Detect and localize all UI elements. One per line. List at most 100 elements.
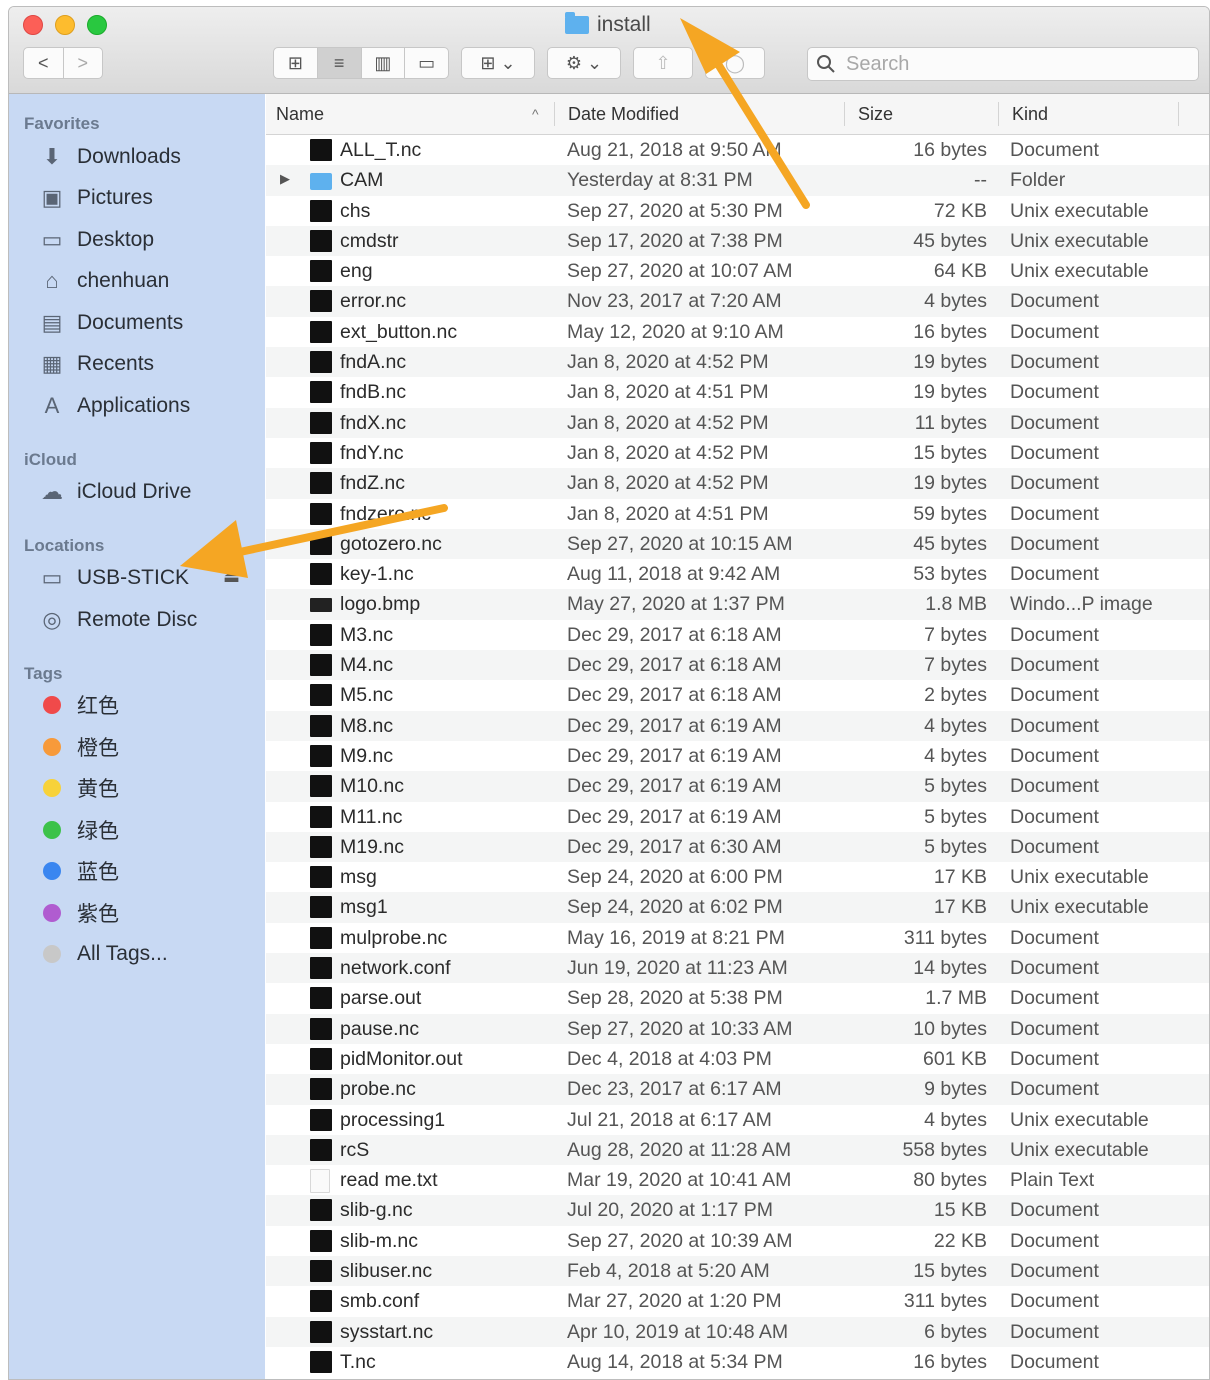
file-row[interactable]: fndzero.nc Jan 8, 2020 at 4:51 PM 59 bytes… [266, 499, 1209, 529]
sidebar-item-downloads[interactable]: ⬇ Downloads [37, 140, 181, 174]
zoom-window-button[interactable] [87, 15, 107, 35]
sidebar-item-pictures[interactable]: ▣ Pictures [37, 181, 153, 215]
file-row[interactable]: fndY.nc Jan 8, 2020 at 4:52 PM 15 bytes Doc… [266, 438, 1209, 468]
file-row[interactable]: pidMonitor.out Dec 4, 2018 at 4:03 PM 601 … [266, 1044, 1209, 1074]
column-header-kind[interactable]: Kind [1012, 94, 1048, 134]
column-view-button[interactable]: ▥ [362, 48, 406, 78]
file-icon [310, 320, 332, 343]
file-kind: Unix executable [1010, 229, 1149, 252]
file-row[interactable]: M10.nc Dec 29, 2017 at 6:19 AM 5 bytes Docu… [266, 771, 1209, 802]
file-row[interactable]: error.nc Nov 23, 2017 at 7:20 AM 4 bytes Do… [266, 286, 1209, 317]
icon-view-button[interactable]: ⊞ [274, 48, 318, 78]
file-kind: Unix executable [1010, 199, 1149, 222]
file-date-modified: Sep 27, 2020 at 10:15 AM [567, 532, 793, 555]
sidebar-item-remote-disc[interactable]: ◎ Remote Disc [37, 603, 197, 637]
sidebar-item-recents[interactable]: ▦ Recents [37, 347, 154, 381]
file-name: msg [340, 866, 377, 889]
sidebar-item-tag-red[interactable]: 红色 [37, 688, 119, 722]
column-divider[interactable] [844, 102, 845, 126]
file-kind: Document [1010, 320, 1099, 343]
file-row[interactable]: network.conf Jun 19, 2020 at 11:23 AM 14 b… [266, 953, 1209, 984]
file-row[interactable]: fndB.nc Jan 8, 2020 at 4:51 PM 19 bytes Doc… [266, 377, 1209, 407]
file-size: 311 bytes [903, 1290, 987, 1313]
file-row[interactable]: pause.nc Sep 27, 2020 at 10:33 AM 10 bytes… [266, 1013, 1209, 1044]
sidebar-item-applications[interactable]: A Applications [37, 389, 191, 423]
file-row[interactable]: M19.nc Dec 29, 2017 at 6:30 AM 5 bytes Docu… [266, 831, 1209, 863]
sidebar-item-documents[interactable]: ▤ Documents [37, 306, 184, 340]
file-name: slibuser.nc [340, 1259, 433, 1282]
column-divider[interactable] [1178, 102, 1179, 126]
search-field[interactable] [807, 47, 1199, 81]
file-row[interactable]: ▶ CAM Yesterday at 8:31 PM -- Folder [266, 165, 1209, 196]
sidebar-item-tag-blue[interactable]: 蓝色 [37, 854, 119, 888]
file-row[interactable]: ALL_T.nc Aug 21, 2018 at 9:50 AM 16 bytes D… [266, 135, 1209, 165]
column-divider[interactable] [554, 102, 555, 126]
file-row[interactable]: probe.nc Dec 23, 2017 at 6:17 AM 9 bytes Do… [266, 1074, 1209, 1105]
file-row[interactable]: M3.nc Dec 29, 2017 at 6:18 AM 7 bytes Docum… [266, 620, 1209, 650]
sidebar-item-home[interactable]: ⌂ chenhuan [37, 264, 169, 298]
minimize-window-button[interactable] [55, 15, 75, 35]
file-row[interactable]: fndA.nc Jan 8, 2020 at 4:52 PM 19 bytes Doc… [266, 347, 1209, 378]
finder-window: install < > ⊞ ≡ ▥ ▭ ⊞ ⌄ ⚙ ⌄ ⇧ ◯ Favorite… [8, 6, 1210, 1380]
sidebar-item-usb-stick[interactable]: ▭ USB-STICK [37, 561, 189, 595]
file-row[interactable]: M4.nc Dec 29, 2017 at 6:18 AM 7 bytes Docum… [266, 650, 1209, 681]
file-row[interactable]: parse.out Sep 28, 2020 at 5:38 PM 1.7 MB Do… [266, 983, 1209, 1013]
column-divider[interactable] [998, 102, 999, 126]
file-size: 1.7 MB [925, 987, 987, 1010]
file-row[interactable]: slibuser.nc Feb 4, 2018 at 5:20 AM 15 byte… [266, 1255, 1209, 1287]
title-bar: install < > ⊞ ≡ ▥ ▭ ⊞ ⌄ ⚙ ⌄ ⇧ ◯ [9, 7, 1209, 94]
file-row[interactable]: ext_button.nc May 12, 2020 at 9:10 AM 16 b… [266, 317, 1209, 347]
file-row[interactable]: slib-m.nc Sep 27, 2020 at 10:39 AM 22 KB Do… [266, 1226, 1209, 1256]
file-row[interactable]: fndX.nc Jan 8, 2020 at 4:52 PM 11 bytes Doc… [266, 407, 1209, 438]
file-row[interactable]: processing1 Jul 21, 2018 at 6:17 AM 4 byte… [266, 1105, 1209, 1135]
file-row[interactable]: rcS Aug 28, 2020 at 11:28 AM 558 bytes Unix… [266, 1134, 1209, 1166]
sidebar-item-tag-green[interactable]: 绿色 [37, 813, 119, 847]
file-date-modified: Nov 23, 2017 at 7:20 AM [567, 290, 782, 313]
file-kind: Document [1010, 441, 1099, 464]
file-row[interactable]: logo.bmp May 27, 2020 at 1:37 PM 1.8 MB Win… [266, 589, 1209, 620]
file-row[interactable]: M11.nc Dec 29, 2017 at 6:19 AM 5 bytes Docu… [266, 802, 1209, 832]
file-row[interactable]: M9.nc Dec 29, 2017 at 6:19 AM 4 bytes Docum… [266, 741, 1209, 771]
file-row[interactable]: key-1.nc Aug 11, 2018 at 9:42 AM 53 bytes D… [266, 559, 1209, 589]
file-row[interactable]: slib-g.nc Jul 20, 2020 at 1:17 PM 15 KB Doc… [266, 1195, 1209, 1226]
forward-button[interactable]: > [64, 48, 103, 78]
file-row[interactable]: M8.nc Dec 29, 2017 at 6:19 AM 4 bytes Docum… [266, 710, 1209, 741]
sidebar-item-tag-purple[interactable]: 紫色 [37, 896, 119, 930]
disclosure-triangle-icon[interactable]: ▶ [280, 171, 290, 187]
file-row[interactable]: mulprobe.nc May 16, 2019 at 8:21 PM 311 by… [266, 923, 1209, 953]
file-row[interactable]: fndZ.nc Jan 8, 2020 at 4:52 PM 19 bytes Doc… [266, 468, 1209, 499]
file-row[interactable]: msg1 Sep 24, 2020 at 6:02 PM 17 KB Unix exe… [266, 892, 1209, 923]
file-row[interactable]: T.nc Aug 14, 2018 at 5:34 PM 16 bytes Docum… [266, 1347, 1209, 1377]
share-button[interactable]: ⇧ [633, 47, 693, 79]
group-by-button[interactable]: ⊞ ⌄ [461, 47, 535, 79]
file-row[interactable]: read me.txt Mar 19, 2020 at 10:41 AM 80 by… [266, 1165, 1209, 1195]
file-row[interactable]: M5.nc Dec 29, 2017 at 6:18 AM 2 bytes Docum… [266, 680, 1209, 710]
action-menu-button[interactable]: ⚙ ⌄ [547, 47, 621, 79]
sidebar-item-tag-yellow[interactable]: 黄色 [37, 771, 119, 805]
edit-tags-button[interactable]: ◯ [705, 47, 765, 79]
file-row[interactable]: sysstart.nc Apr 10, 2019 at 10:48 AM 6 byt… [266, 1316, 1209, 1347]
eject-icon[interactable]: ⏏ [223, 566, 240, 587]
search-input[interactable] [844, 51, 1188, 77]
file-icon [310, 1320, 332, 1343]
file-row[interactable]: cmdstr Sep 17, 2020 at 7:38 PM 45 bytes Uni… [266, 225, 1209, 257]
list-view-button[interactable]: ≡ [317, 48, 362, 78]
file-row[interactable]: chs Sep 27, 2020 at 5:30 PM 72 KB Unix exec… [266, 196, 1209, 226]
back-button[interactable]: < [24, 48, 64, 78]
file-kind: Unix executable [1010, 896, 1149, 919]
close-window-button[interactable] [23, 15, 43, 35]
sidebar-item-tag-orange[interactable]: 橙色 [37, 730, 119, 764]
sidebar-item-desktop[interactable]: ▭ Desktop [37, 223, 154, 257]
file-row[interactable]: smb.conf Mar 27, 2020 at 1:20 PM 311 bytes… [266, 1286, 1209, 1316]
sidebar-item-icloud-drive[interactable]: ☁ iCloud Drive [37, 475, 191, 509]
grid-icon: ⊞ [287, 52, 303, 73]
sidebar-item-all-tags[interactable]: All Tags... [37, 937, 168, 971]
gallery-view-button[interactable]: ▭ [405, 48, 448, 78]
file-row[interactable]: gotozero.nc Sep 27, 2020 at 10:15 AM 45 by… [266, 528, 1209, 560]
column-header-date-modified[interactable]: Date Modified [568, 94, 679, 134]
file-size: 22 KB [933, 1229, 987, 1252]
column-header-name[interactable]: Name [276, 94, 324, 134]
file-row[interactable]: msg Sep 24, 2020 at 6:00 PM 17 KB Unix exec… [266, 862, 1209, 892]
file-row[interactable]: eng Sep 27, 2020 at 10:07 AM 64 KB Unix exe… [266, 256, 1209, 286]
column-header-size[interactable]: Size [858, 94, 893, 134]
